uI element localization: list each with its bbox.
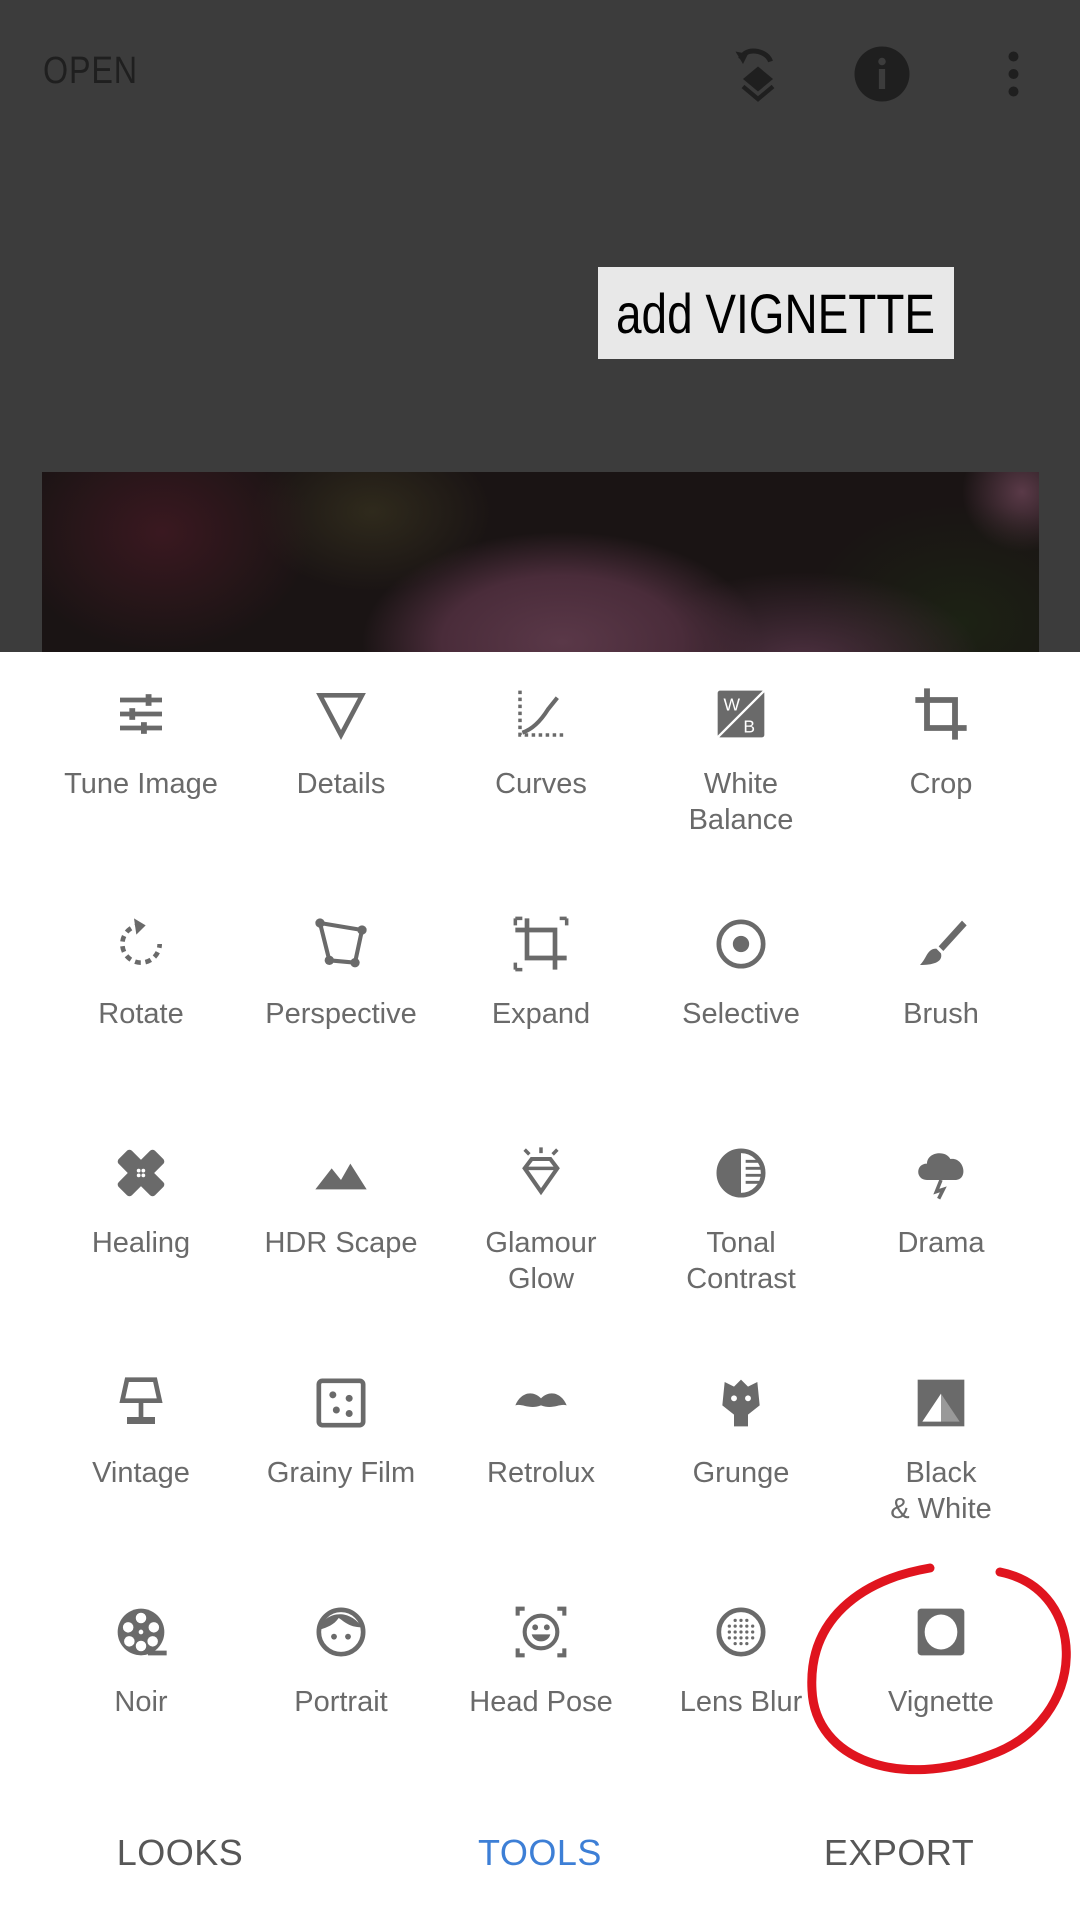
tool-glamour[interactable]: Glamour Glow	[441, 1145, 641, 1297]
white-balance-icon: WB	[716, 689, 766, 739]
perspective-icon	[315, 917, 367, 967]
headpose-icon	[515, 1606, 567, 1658]
tool-noir[interactable]: Noir	[41, 1604, 241, 1720]
tool-bw[interactable]: Black & White	[841, 1375, 1041, 1527]
tool-label: Rotate	[98, 997, 184, 1030]
tool-label: Vintage	[92, 1456, 190, 1489]
tool-label: Perspective	[265, 997, 417, 1030]
drama-icon	[918, 1153, 964, 1200]
tool-tonal[interactable]: Tonal Contrast	[641, 1145, 841, 1297]
annotation-caption: add VIGNETTE	[598, 267, 954, 359]
vintage-icon	[119, 1376, 163, 1424]
image-preview-area: OPEN add VIGNETTE	[0, 0, 1080, 652]
svg-text:B: B	[743, 717, 755, 737]
tool-label: Expand	[491, 997, 591, 1030]
svg-text:W: W	[724, 695, 741, 715]
undo-layers-icon[interactable]	[728, 44, 788, 104]
noir-icon	[117, 1608, 167, 1656]
selective-icon	[716, 919, 766, 968]
tool-label: Noir	[114, 1686, 168, 1718]
curves-icon	[518, 690, 565, 737]
lensblur-icon	[716, 1607, 766, 1657]
tool-drama[interactable]: Drama	[841, 1145, 1041, 1261]
tool-selective[interactable]: Selective	[641, 916, 841, 1032]
tool-brush[interactable]: Brush	[841, 916, 1041, 1032]
info-icon[interactable]	[852, 44, 912, 104]
tool-rotate[interactable]: Rotate	[41, 916, 241, 1032]
tonal-icon	[716, 1148, 766, 1198]
tool-portrait[interactable]: Portrait	[241, 1604, 441, 1720]
healing-icon	[117, 1149, 165, 1197]
tool-white-balance[interactable]: W B White Balance	[641, 686, 841, 838]
tool-label: HDR Scape	[264, 1227, 418, 1259]
tool-details[interactable]: Details	[241, 686, 441, 802]
tool-healing[interactable]: Healing	[41, 1145, 241, 1261]
tool-label: Head Pose	[469, 1686, 613, 1718]
tab-export[interactable]: EXPORT	[824, 1832, 974, 1874]
brush-icon	[920, 920, 967, 965]
crop-icon	[915, 688, 967, 740]
grunge-icon	[722, 1379, 760, 1426]
tune-icon	[120, 694, 162, 734]
tool-label: Healing	[91, 1227, 191, 1259]
bw-icon	[917, 1379, 965, 1426]
grainy-icon	[316, 1378, 366, 1427]
expand-icon	[513, 916, 569, 971]
tool-label: Black & White	[890, 1456, 992, 1525]
rotate-icon	[120, 917, 162, 965]
tool-expand[interactable]: Expand	[441, 916, 641, 1032]
tool-label: Glamour Glow	[485, 1227, 597, 1295]
tool-label: Lens Blur	[679, 1686, 803, 1718]
glamour-icon	[522, 1147, 560, 1196]
tool-vintage[interactable]: Vintage	[41, 1375, 241, 1491]
tool-vignette[interactable]: Vignette	[841, 1604, 1041, 1720]
tool-label: Brush	[903, 997, 979, 1030]
tool-label: Tune Image	[64, 768, 218, 800]
tool-label: Grunge	[692, 1456, 790, 1489]
details-icon	[316, 693, 366, 740]
portrait-icon	[316, 1607, 366, 1657]
tool-lensblur[interactable]: Lens Blur	[641, 1604, 841, 1720]
tool-headpose[interactable]: Head Pose	[441, 1604, 641, 1720]
tab-tools[interactable]: TOOLS	[478, 1832, 602, 1874]
tool-label: Tonal Contrast	[686, 1227, 796, 1295]
retrolux-icon	[515, 1392, 567, 1407]
tool-label: Details	[296, 768, 386, 800]
tool-crop[interactable]: Crop	[841, 686, 1041, 802]
tool-tune[interactable]: Tune Image	[41, 686, 241, 802]
tool-label: Portrait	[294, 1686, 388, 1718]
tool-hdr[interactable]: HDR Scape	[241, 1145, 441, 1261]
tool-label: Grainy Film	[266, 1456, 416, 1489]
more-vert-icon[interactable]	[976, 44, 1036, 104]
tool-label: Curves	[495, 768, 587, 800]
open-button[interactable]: OPEN	[43, 50, 138, 93]
photo-preview	[42, 472, 1039, 652]
tool-label: Selective	[682, 997, 800, 1030]
tool-grainy[interactable]: Grainy Film	[241, 1375, 441, 1491]
tool-curves[interactable]: Curves	[441, 686, 641, 802]
tool-label: Retrolux	[487, 1456, 595, 1489]
tool-grunge[interactable]: Grunge	[641, 1375, 841, 1491]
tool-retrolux[interactable]: Retrolux	[441, 1375, 641, 1491]
tool-label: Crop	[909, 768, 973, 800]
tool-label: Drama	[897, 1227, 985, 1259]
tool-perspective[interactable]: Perspective	[241, 916, 441, 1032]
tool-label: White Balance	[688, 768, 794, 836]
hdr-icon	[315, 1163, 367, 1190]
tab-looks[interactable]: LOOKS	[117, 1832, 244, 1874]
vignette-icon	[917, 1608, 965, 1656]
tool-label: Vignette	[888, 1686, 994, 1718]
